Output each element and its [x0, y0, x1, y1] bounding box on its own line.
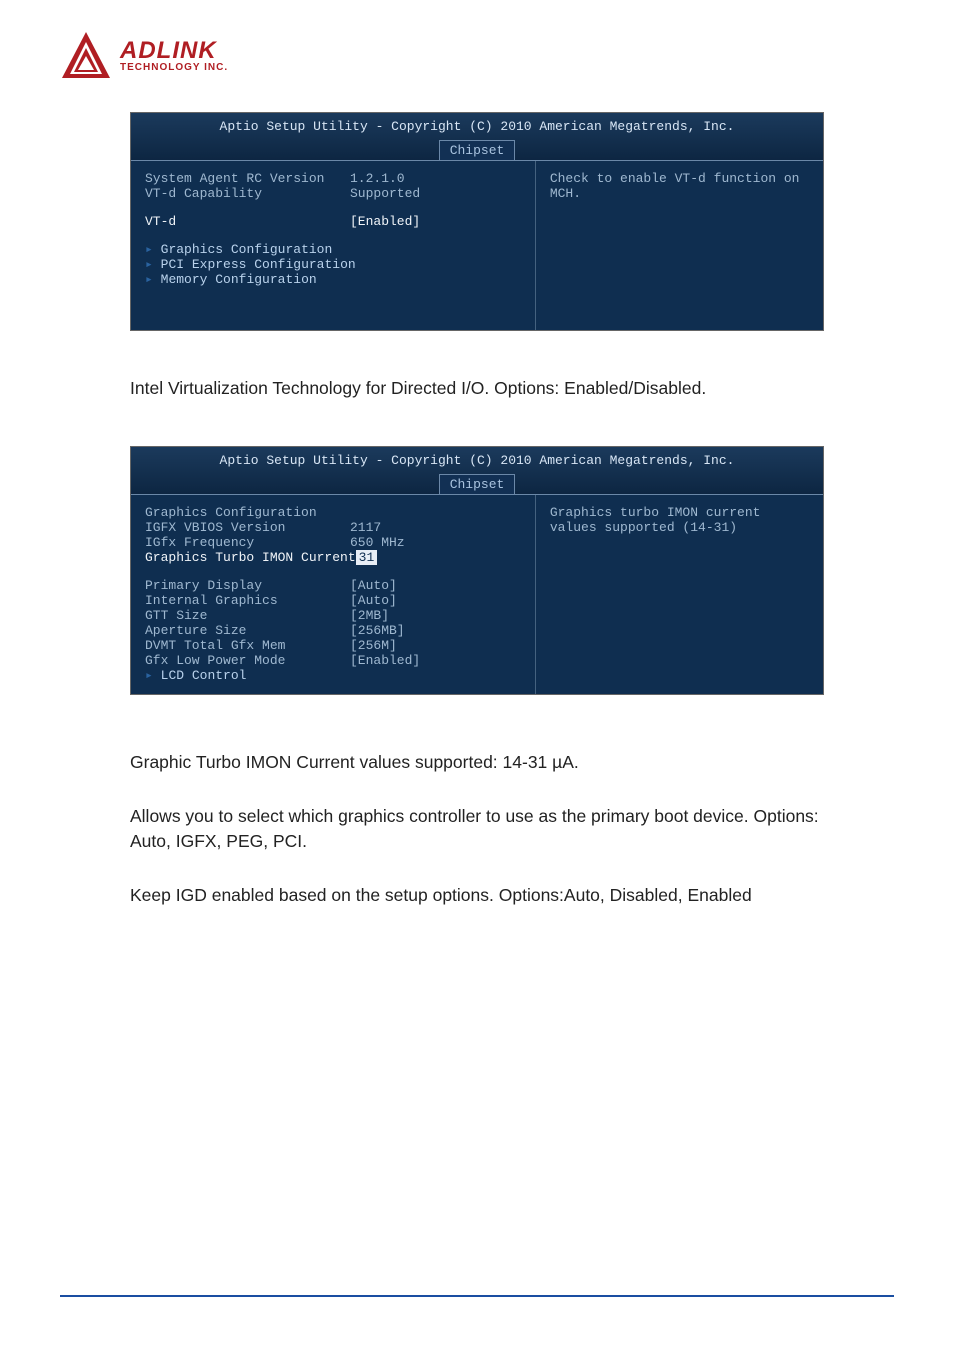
para-imon: Graphic Turbo IMON Current values suppor… [130, 750, 824, 775]
bios1-help: Check to enable VT-d function on MCH. [536, 161, 823, 330]
bios1-r2-value: Supported [350, 186, 521, 201]
bios2-r4-label: Primary Display [145, 578, 350, 593]
bios2-r2-value: 650 MHz [350, 535, 521, 550]
footer-divider [60, 1295, 894, 1297]
bios2-r6-label: GTT Size [145, 608, 350, 623]
bios1-r3-label: VT-d [145, 214, 350, 229]
bios2-r3-value: 31 [356, 550, 378, 565]
para-vtd: Intel Virtualization Technology for Dire… [130, 376, 824, 401]
para-igd: Keep IGD enabled based on the setup opti… [130, 883, 824, 908]
logo-brand-text: ADLINK [120, 39, 228, 63]
bios1-r3-value: [Enabled] [350, 214, 521, 229]
bios1-title: Aptio Setup Utility - Copyright (C) 2010… [131, 119, 823, 138]
bios2-r8-label: DVMT Total Gfx Mem [145, 638, 350, 653]
bios2-r7-value: [256MB] [350, 623, 521, 638]
bios2-help: Graphics turbo IMON current values suppo… [536, 495, 823, 694]
bios2-r7-label: Aperture Size [145, 623, 350, 638]
bios2-r6-value: [2MB] [350, 608, 521, 623]
logo-sub-text: TECHNOLOGY INC. [120, 63, 228, 73]
bios-screenshot-1: Aptio Setup Utility - Copyright (C) 2010… [130, 112, 824, 331]
bios2-r1-label: IGFX VBIOS Version [145, 520, 350, 535]
bios1-submenu-pcie: PCI Express Configuration [145, 257, 521, 272]
bios2-r2-label: IGfx Frequency [145, 535, 350, 550]
bios2-r3-label: Graphics Turbo IMON Current [145, 550, 356, 565]
bios1-tab: Chipset [439, 140, 516, 160]
bios1-submenu-graphics: Graphics Configuration [145, 242, 521, 257]
bios2-r4-value: [Auto] [350, 578, 521, 593]
bios2-submenu-lcd: LCD Control [145, 668, 521, 683]
bios2-r5-value: [Auto] [350, 593, 521, 608]
bios2-r9-value: [Enabled] [350, 653, 521, 668]
bios2-r9-label: Gfx Low Power Mode [145, 653, 350, 668]
logo: ADLINK TECHNOLOGY INC. [60, 30, 894, 82]
logo-icon [60, 30, 112, 82]
bios1-submenu-memory: Memory Configuration [145, 272, 521, 287]
bios2-r8-value: [256M] [350, 638, 521, 653]
bios1-r1-label: System Agent RC Version [145, 171, 350, 186]
bios2-r1-value: 2117 [350, 520, 521, 535]
bios-screenshot-2: Aptio Setup Utility - Copyright (C) 2010… [130, 446, 824, 695]
bios2-r5-label: Internal Graphics [145, 593, 350, 608]
bios1-r2-label: VT-d Capability [145, 186, 350, 201]
bios2-header: Graphics Configuration [145, 505, 350, 520]
bios1-r1-value: 1.2.1.0 [350, 171, 521, 186]
bios2-title: Aptio Setup Utility - Copyright (C) 2010… [131, 453, 823, 472]
para-primary-display: Allows you to select which graphics cont… [130, 804, 824, 853]
bios2-tab: Chipset [439, 474, 516, 494]
